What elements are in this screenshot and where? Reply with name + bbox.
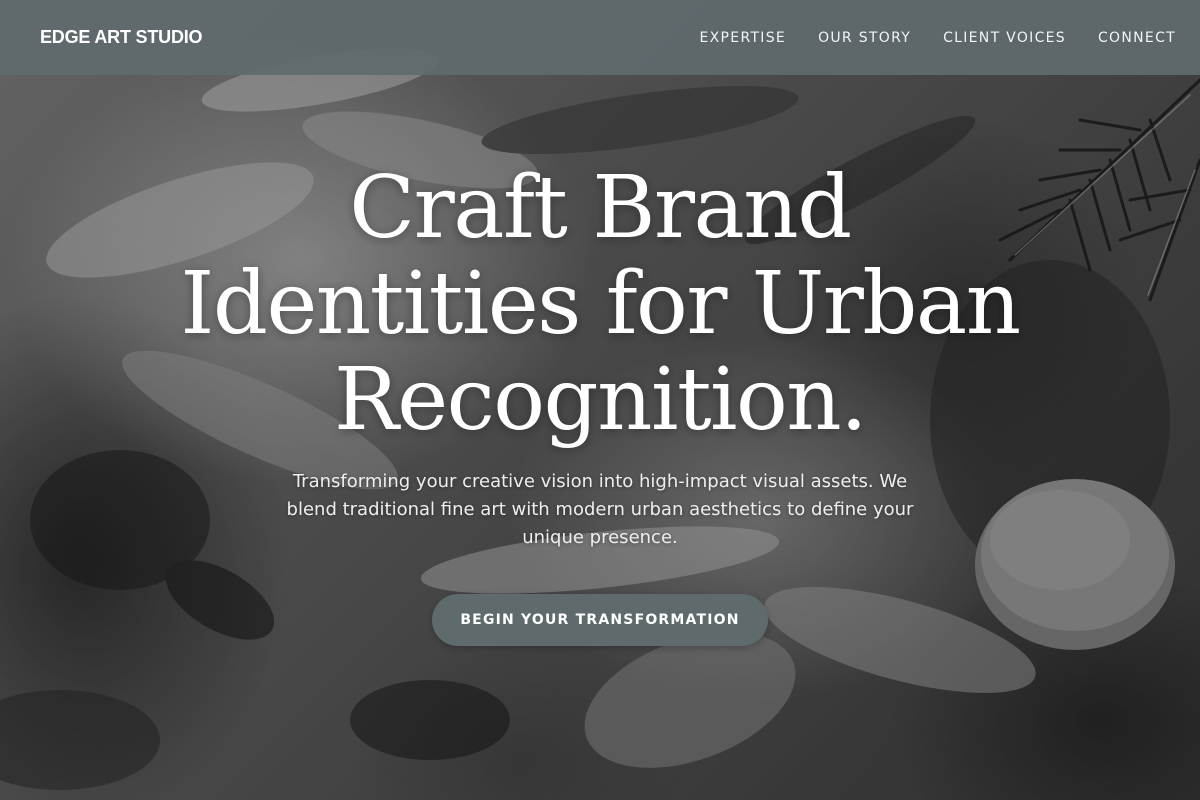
hero-content: Craft Brand Identities for Urban Recogni… (0, 160, 1200, 646)
headline-line: Identities for Urban (180, 254, 1021, 354)
brand-logo-link[interactable]: EDGE ART STUDIO (40, 27, 203, 48)
headline-line: Craft Brand (349, 158, 852, 258)
headline-line: Recognition. (333, 350, 868, 450)
nav-link-expertise[interactable]: EXPERTISE (700, 30, 787, 46)
begin-transformation-button[interactable]: BEGIN YOUR TRANSFORMATION (432, 594, 768, 646)
hero-headline: Craft Brand Identities for Urban Recogni… (150, 160, 1050, 448)
nav-link-client-voices[interactable]: CLIENT VOICES (943, 30, 1066, 46)
hero-subtext: Transforming your creative vision into h… (286, 471, 914, 548)
nav-links: EXPERTISE OUR STORY CLIENT VOICES CONNEC… (668, 30, 1176, 46)
top-navbar: EDGE ART STUDIO EXPERTISE OUR STORY CLIE… (0, 0, 1200, 75)
nav-link-our-story[interactable]: OUR STORY (818, 30, 911, 46)
nav-link-connect[interactable]: CONNECT (1098, 30, 1176, 46)
